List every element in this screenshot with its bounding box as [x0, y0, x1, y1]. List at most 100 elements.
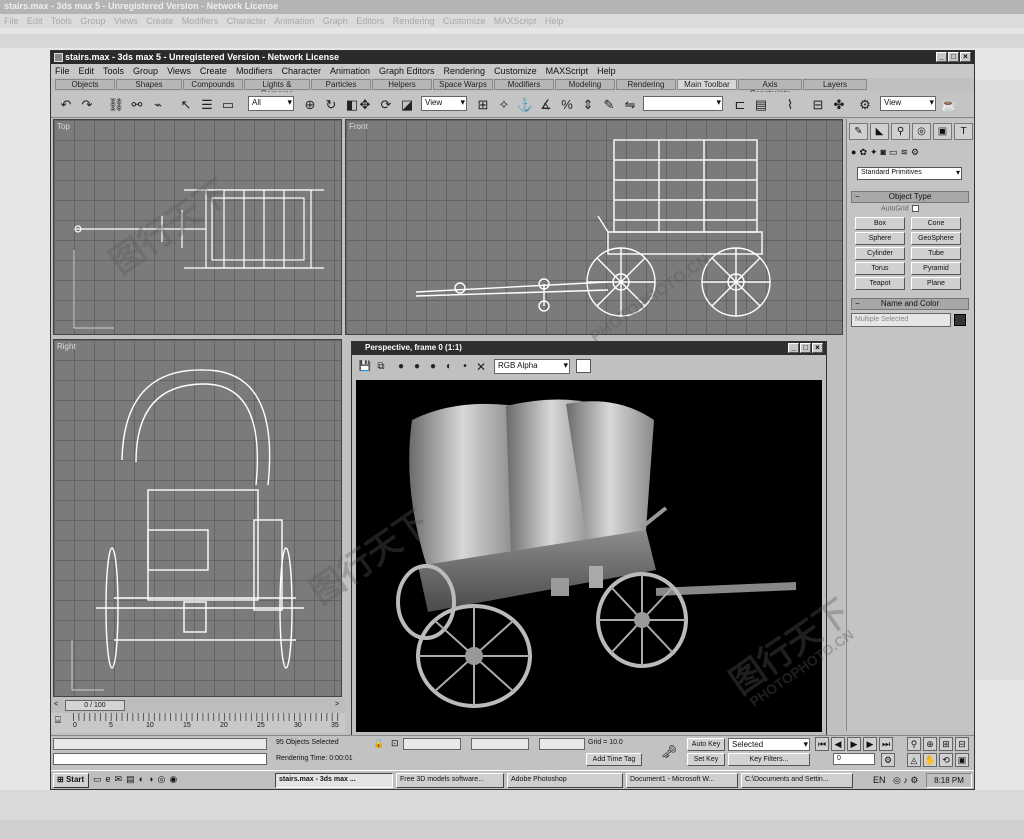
- tab-modeling[interactable]: Modeling: [555, 79, 615, 90]
- layer-manager-icon[interactable]: ▤: [752, 96, 770, 114]
- zoom-all-icon[interactable]: ⊕: [923, 737, 937, 751]
- taskbar-item-3dsmax[interactable]: stairs.max - 3ds max ...: [275, 773, 393, 788]
- quicklaunch-outlook-icon[interactable]: ✉: [115, 774, 123, 785]
- quicklaunch-desktop-icon[interactable]: ▭: [93, 774, 102, 785]
- render-scene-icon[interactable]: ⚙: [856, 96, 874, 114]
- quicklaunch-ie-icon[interactable]: e: [106, 774, 111, 785]
- named-selection-sets-dropdown[interactable]: [643, 96, 723, 111]
- cylinder-button[interactable]: Cylinder: [855, 247, 905, 260]
- maximize-viewport-icon[interactable]: ▣: [955, 753, 969, 767]
- move-icon[interactable]: ✥: [356, 96, 374, 114]
- reference-coordinate-dropdown[interactable]: View: [421, 96, 467, 111]
- lights-icon[interactable]: ✦: [870, 147, 878, 158]
- tab-helpers[interactable]: Helpers: [372, 79, 432, 90]
- render-close-button[interactable]: ×: [812, 343, 823, 353]
- helpers-icon[interactable]: ▭: [889, 147, 898, 158]
- arc-rotate-icon[interactable]: ⟲: [939, 753, 953, 767]
- region-select-icon[interactable]: ▭: [219, 96, 237, 114]
- quicklaunch-app1-icon[interactable]: ◐: [139, 774, 144, 785]
- quicklaunch-app2-icon[interactable]: ◑: [148, 774, 153, 785]
- quick-render-icon[interactable]: ☕: [940, 96, 958, 114]
- color-swatch[interactable]: [576, 359, 591, 373]
- taskbar-item-photoshop[interactable]: Adobe Photoshop: [507, 773, 623, 788]
- bind-space-warp-icon[interactable]: ⌁: [149, 96, 167, 114]
- mirror-icon[interactable]: ⇋: [621, 96, 639, 114]
- current-frame-field[interactable]: 0: [833, 753, 875, 765]
- maximize-button[interactable]: □: [948, 52, 959, 62]
- key-selection-dropdown[interactable]: Selected: [728, 738, 810, 751]
- spinner-snap-icon[interactable]: ⇕: [579, 96, 597, 114]
- minimize-button[interactable]: _: [936, 52, 947, 62]
- utilities-tab-icon[interactable]: T: [954, 123, 973, 140]
- zoom-extents-all-icon[interactable]: ⊟: [955, 737, 969, 751]
- time-slider[interactable]: < 0 / 100 >: [51, 699, 345, 713]
- menu-animation[interactable]: Animation: [330, 66, 370, 76]
- name-and-color-rollout[interactable]: Name and Color: [851, 298, 969, 310]
- slider-right-arrow-icon[interactable]: >: [335, 701, 339, 708]
- play-icon[interactable]: ▶: [847, 737, 861, 751]
- tab-rendering[interactable]: Rendering: [616, 79, 676, 90]
- menu-file[interactable]: File: [55, 66, 70, 76]
- menu-character[interactable]: Character: [281, 66, 321, 76]
- select-and-rotate-icon[interactable]: ↻: [322, 96, 340, 114]
- zoom-icon[interactable]: ⚲: [907, 737, 921, 751]
- link-icon[interactable]: ⛓: [107, 96, 125, 114]
- pivot-icon[interactable]: ⊞: [474, 96, 492, 114]
- cone-button[interactable]: Cone: [911, 217, 961, 230]
- pyramid-button[interactable]: Pyramid: [911, 262, 961, 275]
- rotate-icon[interactable]: ⟳: [377, 96, 395, 114]
- go-to-start-icon[interactable]: ⏮: [815, 737, 829, 751]
- field-of-view-icon[interactable]: ◬: [907, 753, 921, 767]
- menu-help[interactable]: Help: [597, 66, 616, 76]
- shapes-icon[interactable]: ✿: [859, 147, 867, 158]
- autogrid-option[interactable]: AutoGrid: [881, 205, 919, 212]
- y-coordinate-field[interactable]: [471, 738, 529, 750]
- manipulate-icon[interactable]: ✧: [495, 96, 513, 114]
- mini-curve-editor-icon[interactable]: ⌸: [55, 715, 61, 726]
- schematic-view-icon[interactable]: ⊟: [809, 96, 827, 114]
- lock-selection-icon[interactable]: 🔒: [373, 738, 384, 749]
- angle-snap-icon[interactable]: ∡: [537, 96, 555, 114]
- snaps-toggle-icon[interactable]: ⚓: [516, 96, 534, 114]
- tab-modifiers[interactable]: Modifiers: [494, 79, 554, 90]
- menu-group[interactable]: Group: [133, 66, 158, 76]
- zoom-extents-icon[interactable]: ⊞: [939, 737, 953, 751]
- scale-icon[interactable]: ◪: [398, 96, 416, 114]
- geosphere-button[interactable]: GeoSphere: [911, 232, 961, 245]
- spacewarps-icon[interactable]: ≋: [900, 147, 908, 158]
- add-time-tag-button[interactable]: Add Time Tag: [586, 753, 642, 766]
- plane-button[interactable]: Plane: [911, 277, 961, 290]
- menu-maxscript[interactable]: MAXScript: [546, 66, 589, 76]
- channel-dropdown[interactable]: RGB Alpha: [494, 359, 570, 374]
- z-coordinate-field[interactable]: [539, 738, 585, 750]
- render-minimize-button[interactable]: _: [788, 343, 799, 353]
- tab-compounds[interactable]: Compounds: [183, 79, 243, 90]
- menu-modifiers[interactable]: Modifiers: [236, 66, 273, 76]
- material-editor-icon[interactable]: ✤: [830, 96, 848, 114]
- absolute-mode-icon[interactable]: ⊡: [391, 738, 399, 749]
- tab-shapes[interactable]: Shapes: [116, 79, 182, 90]
- quicklaunch-app4-icon[interactable]: ◉: [169, 774, 177, 785]
- motion-tab-icon[interactable]: ◎: [912, 123, 931, 140]
- menu-views[interactable]: Views: [167, 66, 191, 76]
- tab-objects[interactable]: Objects: [55, 79, 115, 90]
- taskbar-item-explorer[interactable]: C:\Documents and Settin...: [741, 773, 853, 788]
- display-tab-icon[interactable]: ▣: [933, 123, 952, 140]
- set-key-button[interactable]: Set Key: [687, 753, 725, 766]
- primitive-type-dropdown[interactable]: Standard Primitives: [857, 167, 962, 180]
- teapot-button[interactable]: Teapot: [855, 277, 905, 290]
- clone-window-icon[interactable]: ⧉: [372, 358, 390, 376]
- slider-left-arrow-icon[interactable]: <: [54, 701, 58, 708]
- pan-icon[interactable]: ✋: [923, 753, 937, 767]
- taskbar-item-word[interactable]: Document1 - Microsoft W...: [626, 773, 738, 788]
- go-to-end-icon[interactable]: ⏭: [879, 737, 893, 751]
- geometry-icon[interactable]: ●: [851, 147, 856, 158]
- menu-rendering[interactable]: Rendering: [444, 66, 486, 76]
- object-type-rollout[interactable]: Object Type: [851, 191, 969, 203]
- quicklaunch-folder-icon[interactable]: ▤: [126, 774, 135, 785]
- viewport-front[interactable]: Front: [345, 119, 843, 335]
- render-window-titlebar[interactable]: Perspective, frame 0 (1:1) _ □ ×: [352, 342, 826, 355]
- x-coordinate-field[interactable]: [403, 738, 461, 750]
- tab-layers[interactable]: Layers: [803, 79, 867, 90]
- viewport-right[interactable]: Right: [53, 339, 342, 697]
